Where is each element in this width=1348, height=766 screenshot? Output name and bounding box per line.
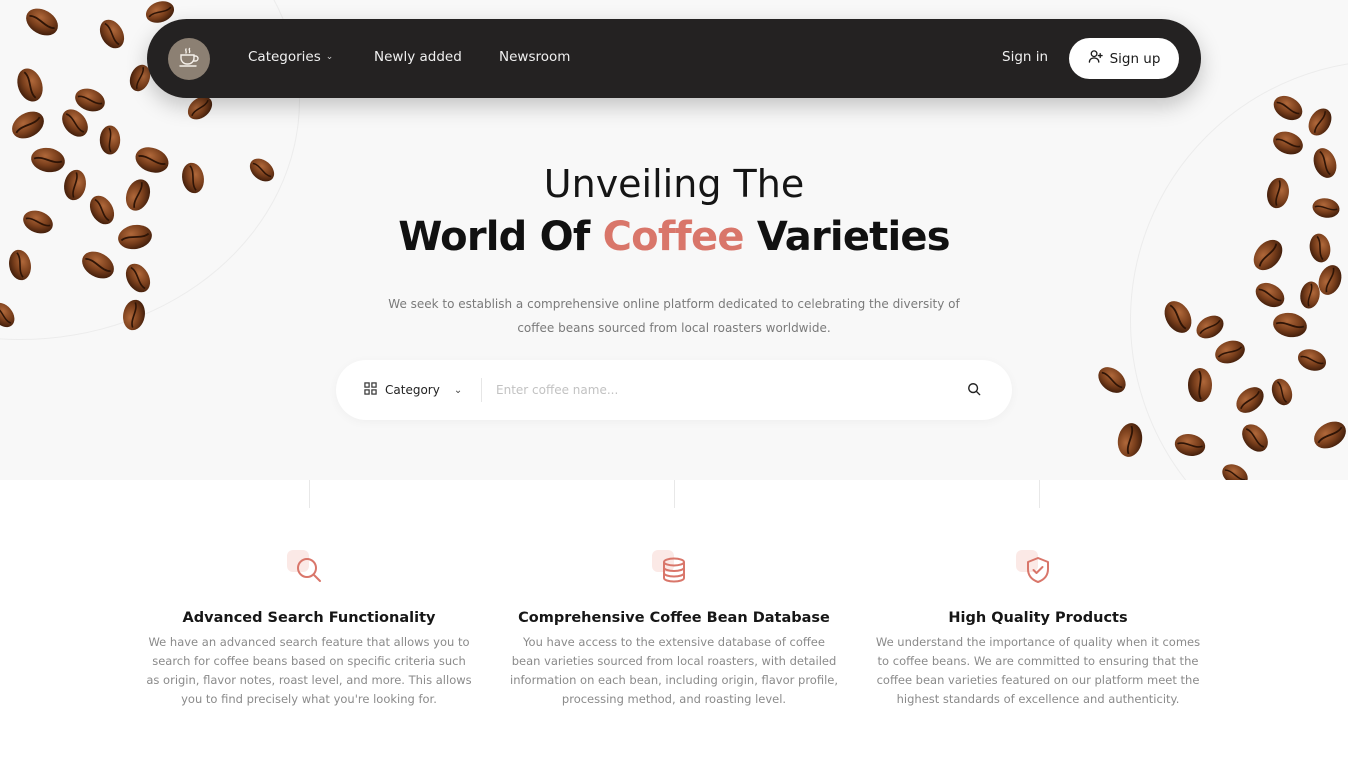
headline-pre: World Of: [398, 214, 603, 260]
headline-accent-word: Coffee: [602, 214, 745, 260]
coffee-bean: [120, 258, 156, 298]
coffee-bean: [99, 124, 121, 156]
nav-newsroom-link[interactable]: Newsroom: [499, 49, 570, 65]
search-icon: [287, 548, 331, 592]
feature-advanced-search: Advanced Search Functionality We have an…: [144, 548, 474, 709]
coffee-bean: [1114, 420, 1146, 460]
feature-title: Comprehensive Coffee Bean Database: [518, 610, 830, 626]
feature-description: You have access to the extensive databas…: [510, 635, 838, 706]
category-dropdown[interactable]: Category ⌄: [364, 360, 462, 420]
hero-subtext: We seek to establish a comprehensive onl…: [388, 297, 960, 335]
nav-newly-added-link[interactable]: Newly added: [374, 49, 462, 65]
sign-in-link[interactable]: Sign in: [1002, 49, 1048, 65]
chevron-down-icon: ⌄: [453, 384, 463, 396]
search-divider: [481, 378, 482, 402]
feature-quality: High Quality Products We understand the …: [873, 548, 1203, 709]
coffee-bean: [1217, 459, 1253, 480]
column-divider: [309, 480, 310, 508]
logo[interactable]: [168, 38, 210, 80]
coffee-bean: [12, 64, 48, 106]
coffee-bean: [1187, 367, 1213, 403]
coffee-bean: [1308, 415, 1348, 455]
grid-icon: [364, 382, 377, 398]
coffee-bean: [1268, 90, 1308, 126]
coffee-bean: [119, 297, 149, 333]
nav-categories-dropdown[interactable]: Categories ⌄: [248, 49, 333, 65]
nav-categories-label: Categories: [248, 49, 321, 65]
feature-title: Advanced Search Functionality: [182, 610, 436, 626]
column-divider: [1039, 480, 1040, 508]
database-icon: [652, 548, 696, 592]
coffee-bean: [1294, 344, 1330, 376]
coffee-name-input[interactable]: [496, 375, 926, 405]
coffee-bean: [1297, 279, 1323, 311]
coffee-bean: [1303, 103, 1337, 141]
headline-line-2: World Of Coffee Varieties: [0, 214, 1348, 260]
search-bar: Category ⌄: [336, 360, 1012, 420]
coffee-bean: [1250, 277, 1290, 313]
headline-line-1: Unveiling The: [543, 162, 805, 206]
hero-section: Categories ⌄ Newly added Newsroom Sign i…: [0, 0, 1348, 480]
column-divider: [674, 480, 675, 508]
coffee-bean: [1092, 361, 1132, 399]
coffee-bean: [20, 2, 64, 42]
coffee-bean: [1191, 310, 1229, 344]
feature-title: High Quality Products: [948, 610, 1128, 626]
chevron-down-icon: ⌄: [325, 52, 334, 62]
sign-up-label: Sign up: [1109, 50, 1161, 67]
feature-description: We understand the importance of quality …: [875, 635, 1201, 706]
coffee-bean: [0, 297, 20, 333]
feature-description: We have an advanced search feature that …: [146, 635, 472, 706]
search-button[interactable]: [964, 380, 984, 400]
coffee-bean: [1172, 430, 1208, 460]
shield-check-icon: [1016, 548, 1060, 592]
coffee-bean: [1269, 126, 1307, 160]
coffee-bean: [1230, 381, 1270, 419]
coffee-cup-icon: [177, 45, 201, 73]
top-navbar: Categories ⌄ Newly added Newsroom Sign i…: [147, 19, 1201, 98]
coffee-bean: [1270, 309, 1310, 341]
feature-database: Comprehensive Coffee Bean Database You h…: [509, 548, 839, 709]
headline-post: Varieties: [743, 214, 951, 260]
sign-up-button[interactable]: Sign up: [1069, 38, 1179, 79]
coffee-bean: [6, 105, 50, 145]
coffee-bean: [1158, 295, 1198, 339]
coffee-bean: [94, 14, 130, 54]
coffee-bean: [1211, 335, 1249, 369]
search-icon: [967, 381, 981, 400]
coffee-bean: [1236, 418, 1274, 458]
category-label: Category: [385, 383, 440, 397]
user-plus-icon: [1088, 49, 1103, 68]
coffee-bean: [71, 83, 109, 117]
coffee-bean: [1267, 375, 1297, 409]
